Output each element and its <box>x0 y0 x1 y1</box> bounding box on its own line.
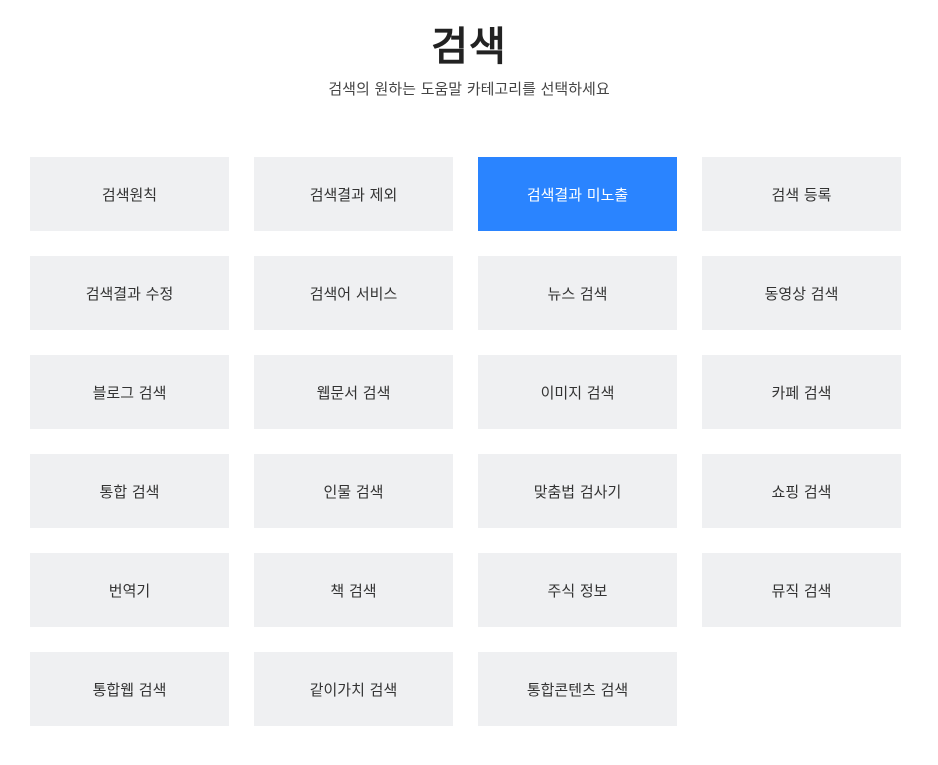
category-button-result-exclusion[interactable]: 검색결과 제외 <box>254 157 453 231</box>
category-button-together-value-search[interactable]: 같이가치 검색 <box>254 652 453 726</box>
page-header: 검색 검색의 원하는 도움말 카테고리를 선택하세요 <box>0 22 938 100</box>
category-button-music-search[interactable]: 뮤직 검색 <box>702 553 901 627</box>
category-button-news-search[interactable]: 뉴스 검색 <box>478 256 677 330</box>
category-button-cafe-search[interactable]: 카페 검색 <box>702 355 901 429</box>
category-button-integrated-content-search[interactable]: 통합콘텐츠 검색 <box>478 652 677 726</box>
category-button-video-search[interactable]: 동영상 검색 <box>702 256 901 330</box>
category-button-search-principles[interactable]: 검색원칙 <box>30 157 229 231</box>
category-button-people-search[interactable]: 인물 검색 <box>254 454 453 528</box>
category-button-webdoc-search[interactable]: 웹문서 검색 <box>254 355 453 429</box>
category-button-integrated-web-search[interactable]: 통합웹 검색 <box>30 652 229 726</box>
category-button-shopping-search[interactable]: 쇼핑 검색 <box>702 454 901 528</box>
category-button-book-search[interactable]: 책 검색 <box>254 553 453 627</box>
category-button-stock-info[interactable]: 주식 정보 <box>478 553 677 627</box>
category-button-result-not-shown[interactable]: 검색결과 미노출 <box>478 157 677 231</box>
category-button-result-edit[interactable]: 검색결과 수정 <box>30 256 229 330</box>
page-subtitle: 검색의 원하는 도움말 카테고리를 선택하세요 <box>328 80 610 98</box>
category-button-keyword-service[interactable]: 검색어 서비스 <box>254 256 453 330</box>
page-title: 검색 <box>431 24 507 70</box>
category-button-blog-search[interactable]: 블로그 검색 <box>30 355 229 429</box>
category-button-integrated-search[interactable]: 통합 검색 <box>30 454 229 528</box>
category-grid: 검색원칙 검색결과 제외 검색결과 미노출 검색 등록 검색결과 수정 검색어 … <box>30 157 901 726</box>
category-button-image-search[interactable]: 이미지 검색 <box>478 355 677 429</box>
category-button-translator[interactable]: 번역기 <box>30 553 229 627</box>
category-button-search-registration[interactable]: 검색 등록 <box>702 157 901 231</box>
category-button-spell-checker[interactable]: 맞춤법 검사기 <box>478 454 677 528</box>
